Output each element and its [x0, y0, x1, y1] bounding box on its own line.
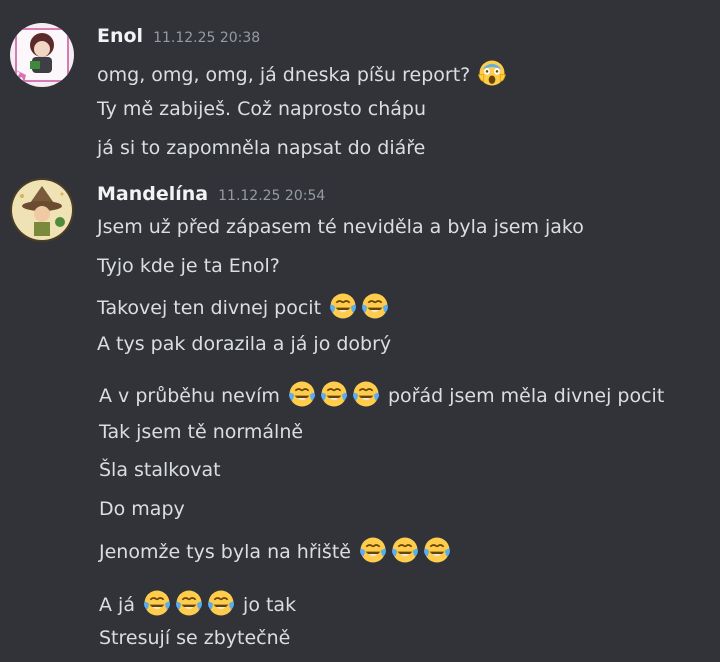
message-text: pořád jsem měla divnej pocit	[381, 385, 665, 407]
message-text: Stresují se zbytečně	[99, 627, 291, 649]
message-line: A v průběhu nevím pořád jsem měla divnej…	[99, 379, 664, 409]
joy-emoji-icon[interactable]	[142, 588, 172, 618]
joy-emoji-icon[interactable]	[328, 291, 358, 321]
message-text: Takovej ten divnej pocit	[97, 297, 328, 319]
message-text: Tyjo kde je ta Enol?	[97, 255, 280, 277]
joy-emoji-icon[interactable]	[351, 379, 381, 409]
author-name[interactable]: Mandelína	[97, 183, 208, 205]
joy-emoji-icon[interactable]	[206, 588, 236, 618]
message-text: Tak jsem tě normálně	[99, 421, 304, 443]
joy-emoji-icon[interactable]	[360, 291, 390, 321]
joy-emoji-icon[interactable]	[319, 379, 349, 409]
message-text: Šla stalkovat	[99, 459, 221, 481]
joy-emoji-icon[interactable]	[422, 535, 452, 565]
message-text: Jsem už před zápasem té neviděla a byla …	[97, 216, 584, 238]
message-line: Tak jsem tě normálně	[99, 419, 303, 445]
message-line: Šla stalkovat	[99, 457, 221, 483]
message-line: Takovej ten divnej pocit	[97, 291, 391, 321]
joy-emoji-icon[interactable]	[358, 535, 388, 565]
message-line: A tys pak dorazila a já jo dobrý	[97, 331, 391, 357]
timestamp: 11.12.25 20:54	[218, 188, 326, 204]
message-text: Jenomže tys byla na hřiště	[99, 541, 358, 563]
message-line: Jenomže tys byla na hřiště	[99, 535, 453, 565]
message-header: Mandelína 11.12.25 20:54	[97, 183, 325, 205]
avatar-mandelina[interactable]	[10, 178, 74, 242]
message-text: Do mapy	[99, 498, 185, 520]
message-line: Tyjo kde je ta Enol?	[97, 253, 280, 279]
joy-emoji-icon[interactable]	[287, 379, 317, 409]
message-text: A tys pak dorazila a já jo dobrý	[97, 333, 392, 355]
message-text: jo tak	[237, 594, 297, 616]
message-text: A já	[99, 594, 141, 616]
message-line: Jsem už před zápasem té neviděla a byla …	[97, 214, 584, 240]
message-line: A já jo tak	[99, 588, 296, 618]
message-line: Do mapy	[99, 496, 185, 522]
message-text: A v průběhu nevím	[99, 385, 286, 407]
joy-emoji-icon[interactable]	[174, 588, 204, 618]
message-line: Stresují se zbytečně	[99, 625, 290, 651]
joy-emoji-icon[interactable]	[390, 535, 420, 565]
message-group-mandelina: Mandelína 11.12.25 20:54 Jsem už před záp…	[0, 0, 720, 662]
